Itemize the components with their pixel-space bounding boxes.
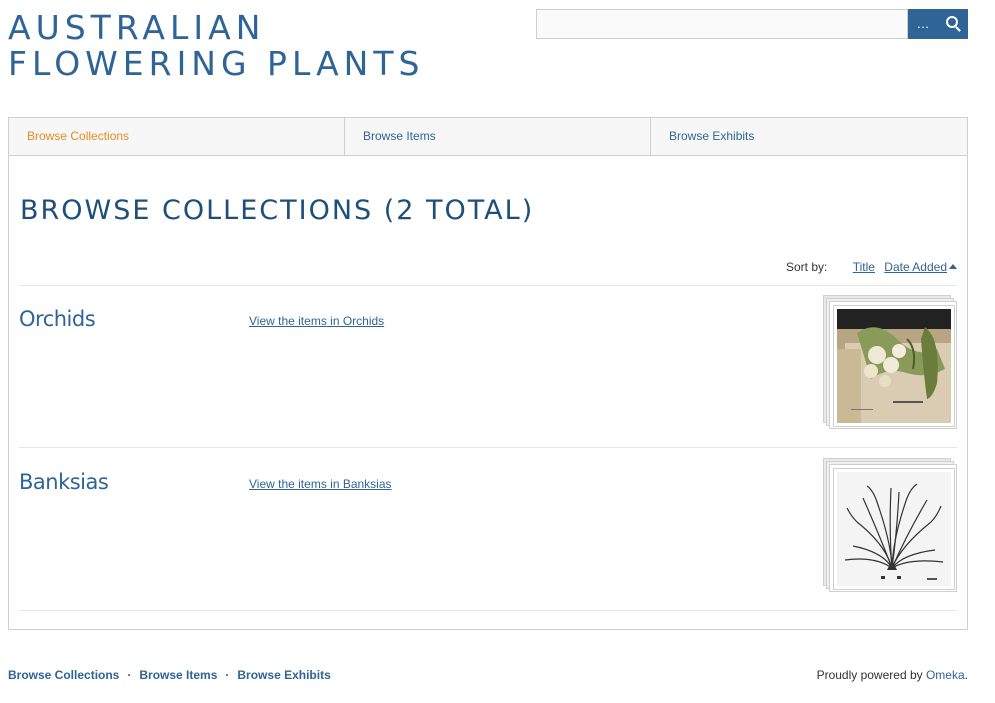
footer-separator: · [127,668,132,682]
site-title[interactable]: AUSTRALIAN FLOWERING PLANTS [8,10,424,82]
orchid-illustration-icon [833,305,955,427]
advanced-search-button[interactable]: … [908,9,938,39]
nav-browse-collections[interactable]: Browse Collections [9,118,345,155]
sort-by-title-link[interactable]: Title [853,260,875,274]
footer-browse-exhibits-link[interactable]: Browse Exhibits [237,668,330,682]
omeka-link[interactable]: Omeka [926,668,965,682]
footer-browse-items-link[interactable]: Browse Items [139,668,217,682]
collection-title[interactable]: Orchids [19,307,96,331]
search-form: … [536,9,968,39]
powered-by-suffix: . [964,668,968,682]
collection-item: Banksias View the items in Banksias [19,448,957,611]
footer-separator: · [225,668,230,682]
search-icon [946,16,958,28]
site-title-line1: AUSTRALIAN [8,8,266,47]
footer-browse-collections-link[interactable]: Browse Collections [8,668,119,682]
sort-ascending-icon [949,264,957,269]
primary-nav: Browse Collections Browse Items Browse E… [9,118,967,156]
collection-thumbnail[interactable] [823,295,957,429]
collection-thumbnail[interactable] [823,458,957,592]
search-submit-button[interactable] [938,9,968,39]
banksia-sketch-icon [833,468,955,590]
sort-date-label: Date Added [884,260,947,274]
powered-by: Proudly powered by Omeka. [817,668,968,682]
nav-browse-items[interactable]: Browse Items [345,118,651,155]
collection-items-link[interactable]: View the items in Orchids [249,314,384,328]
collection-title[interactable]: Banksias [19,470,109,494]
sort-bar: Sort by: Title Date Added [19,258,957,286]
search-input[interactable] [536,9,908,39]
collection-items-link[interactable]: View the items in Banksias [249,477,392,491]
site-title-line2: FLOWERING PLANTS [8,44,425,83]
page-title: Browse Collections (2 total) [20,195,535,226]
footer-nav: Browse Collections · Browse Items · Browse E… [8,668,331,682]
sort-label: Sort by: [786,260,828,274]
collection-item: Orchids View the items in Orchids [19,285,957,448]
content-box: Browse Collections Browse Items Browse E… [8,117,968,630]
nav-browse-exhibits[interactable]: Browse Exhibits [651,118,967,155]
powered-by-text: Proudly powered by [816,668,926,682]
sort-by-date-added-link[interactable]: Date Added [884,260,957,274]
